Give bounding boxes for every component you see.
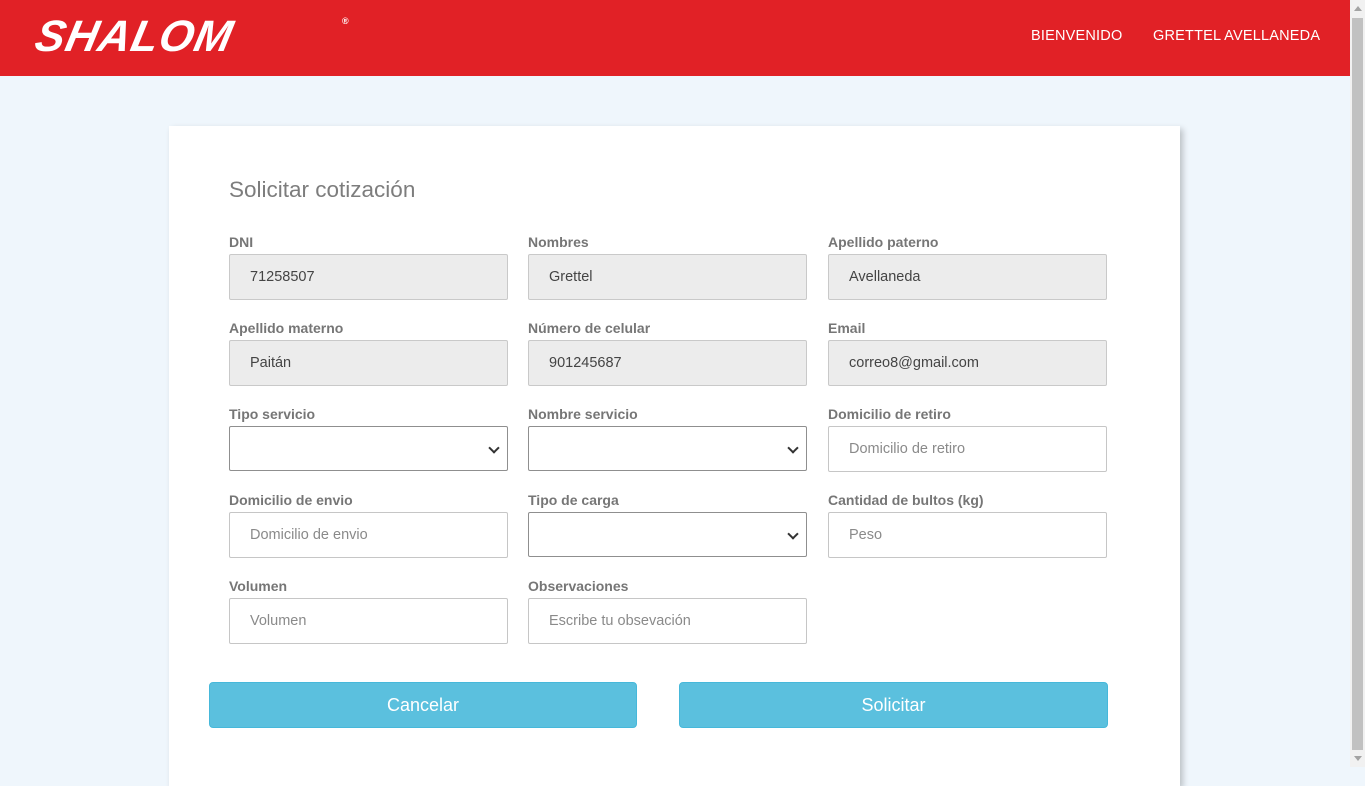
email-label: Email xyxy=(828,320,866,336)
celular-field-group: Número de celular 901245687 xyxy=(528,320,807,386)
cantidad-bultos-label: Cantidad de bultos (kg) xyxy=(828,492,984,508)
page-title: Solicitar cotización xyxy=(229,177,416,202)
observaciones-input[interactable] xyxy=(528,598,807,644)
domicilio-envio-input[interactable] xyxy=(229,512,508,558)
tipo-servicio-select[interactable] xyxy=(229,426,508,471)
nombre-servicio-field-group: Nombre servicio xyxy=(528,406,807,471)
scroll-up-arrow-icon[interactable] xyxy=(1354,6,1362,11)
email-field[interactable]: correo8@gmail.com xyxy=(828,340,1107,386)
celular-field[interactable]: 901245687 xyxy=(528,340,807,386)
apellido-paterno-field[interactable]: Avellaneda xyxy=(828,254,1107,300)
cantidad-bultos-input[interactable] xyxy=(828,512,1107,558)
cantidad-bultos-field-group: Cantidad de bultos (kg) xyxy=(828,492,1107,558)
chevron-down-icon xyxy=(787,442,799,454)
chevron-down-icon xyxy=(488,442,500,454)
volumen-input[interactable] xyxy=(229,598,508,644)
quote-form-card: Solicitar cotización DNI 71258507 Nombre… xyxy=(169,126,1180,786)
domicilio-envio-label: Domicilio de envio xyxy=(229,492,353,508)
apellido-materno-field-group: Apellido materno Paitán xyxy=(229,320,508,386)
scroll-thumb[interactable] xyxy=(1352,18,1363,750)
nombre-servicio-label: Nombre servicio xyxy=(528,406,638,422)
apellido-paterno-label: Apellido paterno xyxy=(828,234,939,250)
registered-mark: ® xyxy=(342,16,349,26)
nombre-servicio-select[interactable] xyxy=(528,426,807,471)
tipo-carga-field-group: Tipo de carga xyxy=(528,492,807,557)
volumen-label: Volumen xyxy=(229,578,288,594)
email-field-group: Email correo8@gmail.com xyxy=(828,320,1107,386)
logo-text: SHALOM xyxy=(30,12,238,61)
nombres-label: Nombres xyxy=(528,234,589,250)
domicilio-retiro-input[interactable] xyxy=(828,426,1107,472)
top-header: SHALOM ® BIENVENIDO GRETTEL AVELLANEDA xyxy=(0,0,1350,76)
nav-user-link[interactable]: GRETTEL AVELLANEDA xyxy=(1153,28,1320,44)
submit-button[interactable]: Solicitar xyxy=(679,682,1108,728)
volumen-field-group: Volumen xyxy=(229,578,508,644)
dni-field[interactable]: 71258507 xyxy=(229,254,508,300)
apellido-materno-field[interactable]: Paitán xyxy=(229,340,508,386)
domicilio-retiro-label: Domicilio de retiro xyxy=(828,406,951,422)
apellido-materno-label: Apellido materno xyxy=(229,320,344,336)
nav-welcome-link[interactable]: BIENVENIDO xyxy=(1031,28,1122,44)
cancel-button[interactable]: Cancelar xyxy=(209,682,637,728)
celular-label: Número de celular xyxy=(528,320,651,336)
tipo-servicio-field-group: Tipo servicio xyxy=(229,406,508,471)
domicilio-retiro-field-group: Domicilio de retiro xyxy=(828,406,1107,472)
tipo-carga-label: Tipo de carga xyxy=(528,492,619,508)
page-scrollbar[interactable] xyxy=(1350,0,1365,767)
dni-label: DNI xyxy=(229,234,254,250)
nombres-field-group: Nombres Grettel xyxy=(528,234,807,300)
observaciones-label: Observaciones xyxy=(528,578,629,594)
dni-field-group: DNI 71258507 xyxy=(229,234,508,300)
nombres-field[interactable]: Grettel xyxy=(528,254,807,300)
chevron-down-icon xyxy=(787,528,799,540)
domicilio-envio-field-group: Domicilio de envio xyxy=(229,492,508,558)
apellido-paterno-field-group: Apellido paterno Avellaneda xyxy=(828,234,1107,300)
observaciones-field-group: Observaciones xyxy=(528,578,807,644)
tipo-carga-select[interactable] xyxy=(528,512,807,557)
tipo-servicio-label: Tipo servicio xyxy=(229,406,316,422)
shalom-logo[interactable]: SHALOM ® xyxy=(31,12,356,61)
scroll-down-arrow-icon[interactable] xyxy=(1354,756,1362,761)
